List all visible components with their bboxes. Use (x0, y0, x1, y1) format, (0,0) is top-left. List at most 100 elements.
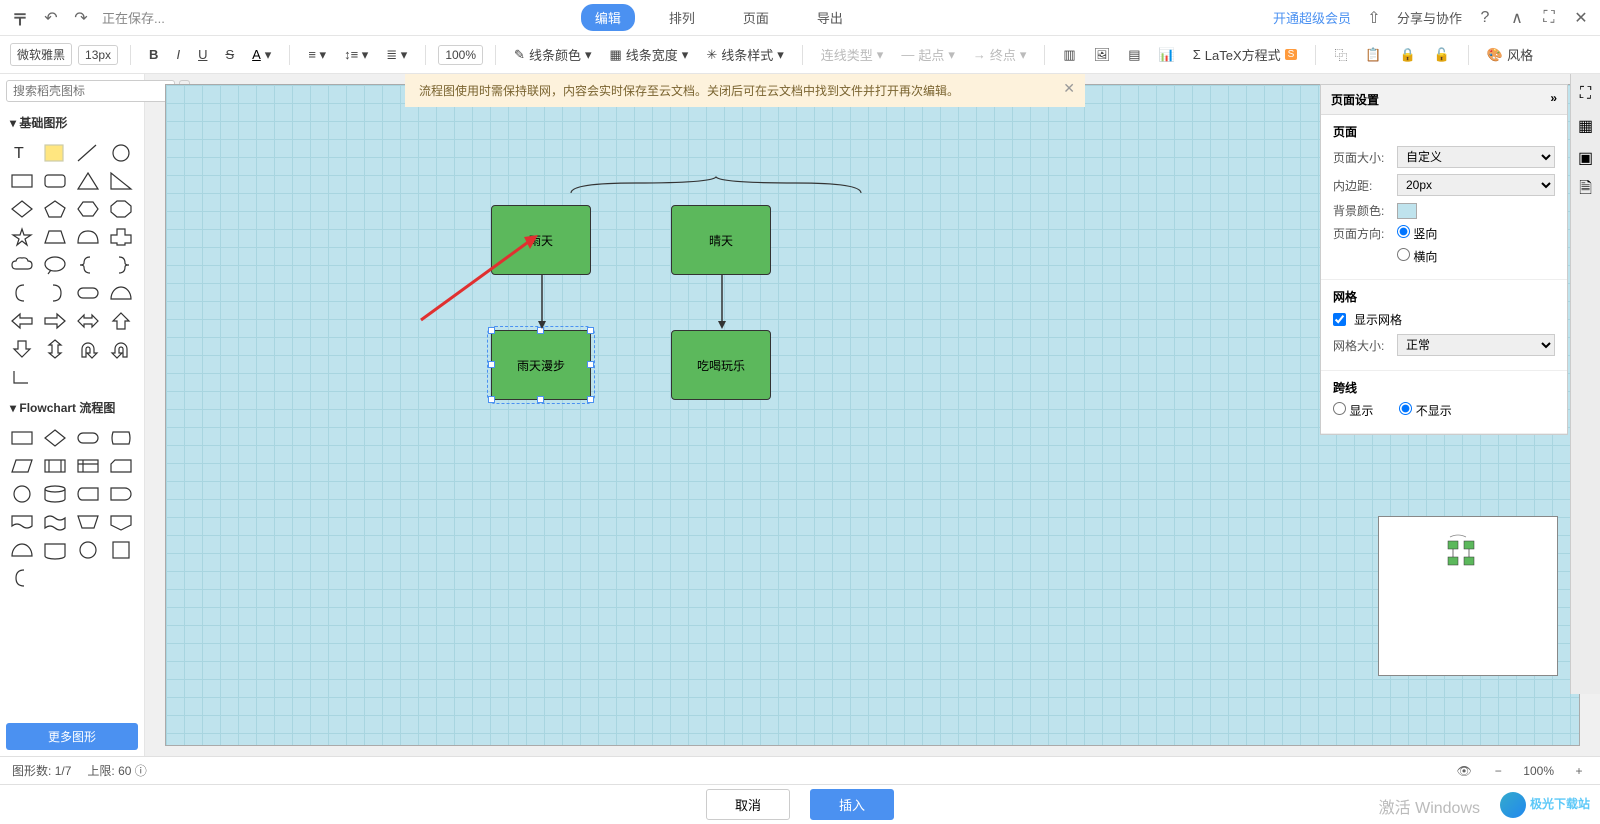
unlock-icon[interactable]: 🔓 (1428, 44, 1456, 66)
shape-cross[interactable] (107, 225, 135, 249)
shape-arc-rect[interactable] (74, 225, 102, 249)
fc-database[interactable] (41, 482, 69, 506)
shape-right-triangle[interactable] (107, 169, 135, 193)
orient-horizontal-radio[interactable] (1397, 248, 1410, 261)
fc-half[interactable] (8, 538, 36, 562)
italic-button[interactable]: I (170, 44, 186, 65)
strip-page-icon[interactable]: 🗎 (1576, 180, 1596, 200)
chart-icon[interactable]: 📊 (1153, 44, 1181, 66)
minimap[interactable] (1378, 516, 1558, 676)
help-icon[interactable]: ? (1476, 9, 1494, 27)
resize-handle-w[interactable] (488, 361, 495, 368)
panel-collapse-icon[interactable]: » (1550, 91, 1557, 108)
table-icon[interactable]: ▤ (1122, 44, 1146, 66)
end-point-button[interactable]: → 终点 ▾ (967, 42, 1033, 67)
tab-edit[interactable]: 编辑 (581, 4, 635, 31)
more-shapes-button[interactable]: 更多图形 (6, 723, 138, 750)
start-point-button[interactable]: — 起点 ▾ (895, 42, 961, 67)
copy-icon[interactable]: ⿻ (1328, 42, 1353, 67)
shape-circle[interactable] (107, 141, 135, 165)
section-flowchart[interactable]: ▾ Flowchart 流程图 (0, 393, 144, 422)
fc-stored[interactable] (74, 482, 102, 506)
shape-octagon[interactable] (107, 197, 135, 221)
shape-triangle[interactable] (74, 169, 102, 193)
shape-brace-left[interactable] (74, 253, 102, 277)
fc-manual[interactable] (74, 510, 102, 534)
resize-handle-e[interactable] (587, 361, 594, 368)
strip-grid-icon[interactable]: ▦ (1576, 116, 1596, 136)
insert-button[interactable]: 插入 (810, 789, 894, 820)
fc-circle2[interactable] (74, 538, 102, 562)
connector-2[interactable] (716, 275, 728, 331)
zoom-select[interactable]: 100% (438, 45, 483, 65)
cross-show-radio[interactable] (1333, 402, 1346, 415)
fc-data[interactable] (8, 454, 36, 478)
valign-button[interactable]: ≣ ▾ (380, 44, 413, 66)
layers-icon[interactable]: ▥ (1057, 44, 1081, 66)
shape-pill[interactable] (74, 281, 102, 305)
shape-star[interactable] (8, 225, 36, 249)
fc-half2[interactable] (41, 538, 69, 562)
resize-handle-ne[interactable] (587, 327, 594, 334)
shape-note[interactable] (41, 141, 69, 165)
tab-page[interactable]: 页面 (729, 4, 783, 31)
fc-connector[interactable] (8, 482, 36, 506)
fc-decision[interactable] (41, 426, 69, 450)
bold-button[interactable]: B (143, 44, 164, 65)
shape-arrow-right[interactable] (41, 309, 69, 333)
tab-arrange[interactable]: 排列 (655, 4, 709, 31)
shape-bracket-left[interactable] (8, 281, 36, 305)
shape-rounded-rect[interactable] (41, 169, 69, 193)
style-button[interactable]: 🎨 风格 (1481, 42, 1539, 67)
shape-line[interactable] (74, 141, 102, 165)
fc-offpage[interactable] (107, 510, 135, 534)
clipboard-icon[interactable]: 📋 (1359, 44, 1387, 66)
resize-handle-se[interactable] (587, 396, 594, 403)
connection-type-button[interactable]: 连线类型 ▾ (815, 42, 890, 67)
shape-rect[interactable] (8, 169, 36, 193)
shape-callout[interactable] (41, 253, 69, 277)
padding-select[interactable]: 20px (1397, 174, 1555, 196)
resize-handle-nw[interactable] (488, 327, 495, 334)
fc-predefined[interactable] (41, 454, 69, 478)
redo-icon[interactable]: ↷ (72, 9, 90, 27)
align-button[interactable]: ≡ ▾ (302, 44, 332, 66)
shape-cloud[interactable] (8, 253, 36, 277)
shape-bracket-right[interactable] (41, 281, 69, 305)
close-window-icon[interactable]: ✕ (1572, 9, 1590, 27)
lock-icon[interactable]: 🔒 (1394, 44, 1422, 66)
tab-export[interactable]: 导出 (803, 4, 857, 31)
shape-semicircle[interactable] (107, 281, 135, 305)
shape-arrow-left[interactable] (8, 309, 36, 333)
fc-delay[interactable] (107, 482, 135, 506)
latex-button[interactable]: Σ LaTeX方程式 S (1187, 42, 1304, 67)
node-walk-selected[interactable]: 雨天漫步 (491, 330, 591, 400)
shape-pentagon[interactable] (41, 197, 69, 221)
resize-handle-s[interactable] (537, 396, 544, 403)
shape-uturn-right[interactable] (107, 337, 135, 361)
show-grid-checkbox[interactable] (1333, 313, 1346, 326)
line-color-button[interactable]: ✎ 线条颜色 ▾ (508, 42, 597, 67)
shape-arrow-updown[interactable] (41, 337, 69, 361)
node-play[interactable]: 吃喝玩乐 (671, 330, 771, 400)
font-size-select[interactable]: 13px (78, 45, 118, 65)
strip-settings-icon[interactable]: ⛶ (1576, 84, 1596, 104)
cancel-button[interactable]: 取消 (706, 789, 790, 820)
strike-button[interactable]: S (219, 44, 240, 65)
fc-document[interactable] (8, 510, 36, 534)
resize-handle-sw[interactable] (488, 396, 495, 403)
zoom-out-icon[interactable]: − (1489, 762, 1507, 780)
grid-size-select[interactable]: 正常 (1397, 334, 1555, 356)
line-height-button[interactable]: ↕≡ ▾ (338, 44, 374, 66)
font-family-select[interactable]: 微软雅黑 (10, 43, 72, 66)
share-label[interactable]: 分享与协作 (1397, 8, 1462, 27)
strip-layers-icon[interactable]: ▣ (1576, 148, 1596, 168)
eye-icon[interactable]: 👁 (1455, 762, 1473, 780)
maximize-icon[interactable]: ⛶ (1540, 9, 1558, 27)
line-style-button[interactable]: ✳ 线条样式 ▾ (700, 42, 789, 67)
shape-brace-right[interactable] (107, 253, 135, 277)
banner-close-icon[interactable]: ✕ (1063, 80, 1075, 97)
fc-square[interactable] (107, 538, 135, 562)
page-size-select[interactable]: 自定义 (1397, 146, 1555, 168)
shape-text[interactable]: T (8, 141, 36, 165)
